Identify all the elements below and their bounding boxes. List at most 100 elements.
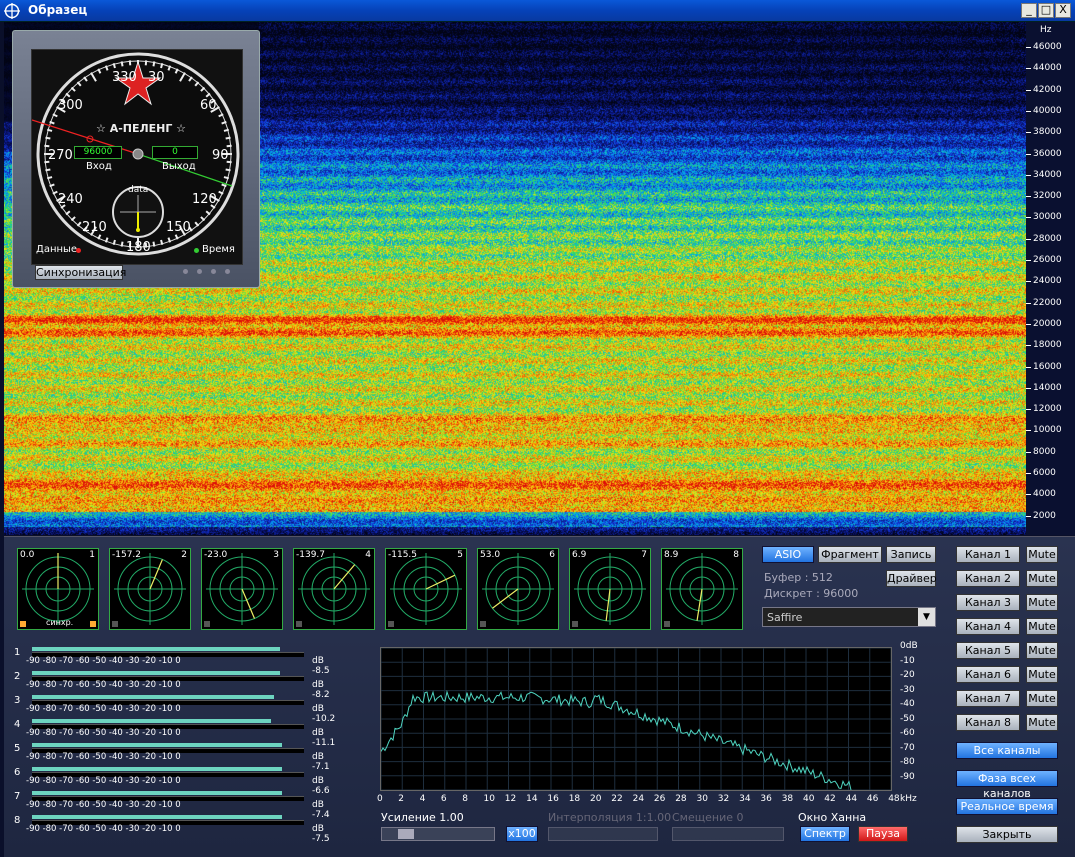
- y-tick-label: -40: [900, 699, 915, 709]
- hz-tick: [1026, 196, 1031, 198]
- channel-8-button[interactable]: Канал 8: [956, 714, 1020, 731]
- x-tick-label: 40: [803, 794, 815, 804]
- channel-3-button[interactable]: Канал 3: [956, 594, 1020, 611]
- meter-db-value: dB -7.5: [312, 824, 342, 844]
- channel-number: 8: [733, 550, 739, 560]
- mute-8-button[interactable]: Mute: [1026, 714, 1058, 731]
- x-tick-label: 8: [462, 794, 468, 804]
- meter-bar: [32, 791, 282, 795]
- degree-270: 270: [48, 148, 73, 163]
- meter-db-unit: dB: [312, 776, 324, 786]
- x100-button[interactable]: x100: [506, 826, 538, 842]
- channel-5-button[interactable]: Канал 5: [956, 642, 1020, 659]
- gain-slider[interactable]: [381, 827, 495, 841]
- meter-bar: [32, 719, 271, 723]
- meter-db-unit: dB: [312, 824, 324, 834]
- x-tick-label: 4: [419, 794, 426, 804]
- sync-button[interactable]: Синхронизация: [35, 265, 126, 280]
- degree-150: 150: [166, 220, 191, 235]
- hz-tick: [1026, 302, 1031, 304]
- phase-all-channels-button[interactable]: Фаза всех каналов: [956, 770, 1058, 800]
- mute-7-button[interactable]: Mute: [1026, 690, 1058, 707]
- x-tick-label: 48: [888, 794, 900, 804]
- record-button[interactable]: Запись: [886, 546, 936, 563]
- meter-index: 3: [14, 695, 21, 706]
- level-meter-5: 5 -90 -80 -70 -60 -50 -40 -30 -20 -10 0 dB…: [12, 743, 342, 772]
- gain-slider-thumb[interactable]: [398, 829, 414, 839]
- hz-tick-label: 46000: [1033, 42, 1062, 52]
- channel-1-button[interactable]: Канал 1: [956, 546, 1020, 563]
- spectrum-button[interactable]: Спектр: [800, 826, 850, 842]
- scope-indicator-icon: [664, 621, 670, 627]
- scope-indicator-icon: [296, 621, 302, 627]
- hz-tick-label: 44000: [1033, 63, 1062, 74]
- asio-button[interactable]: ASIO: [762, 546, 814, 563]
- channel-number: 2: [181, 550, 187, 560]
- x-tick-label: 44: [845, 794, 858, 804]
- frequency-axis: Hz 46000 44000 42000 40000 38000 36000 34000 32…: [1026, 22, 1075, 535]
- driver-button[interactable]: Драйвер: [886, 570, 937, 587]
- mute-2-button[interactable]: Mute: [1026, 570, 1058, 587]
- channel-7-button[interactable]: Канал 7: [956, 690, 1020, 707]
- x-tick-label: 12: [504, 794, 517, 804]
- scope-indicator-icon: [388, 621, 394, 627]
- meter-db-unit: dB: [312, 656, 324, 666]
- shift-slider[interactable]: [672, 827, 784, 841]
- x-tick-label: 10: [483, 794, 495, 804]
- x-tick-label: 38: [781, 794, 794, 804]
- mute-3-button[interactable]: Mute: [1026, 594, 1058, 611]
- channel-number: 1: [89, 550, 95, 560]
- degree-180: 180: [126, 240, 151, 255]
- phase-value: 53.0: [480, 550, 501, 560]
- meter-scale: -90 -80 -70 -60 -50 -40 -30 -20 -10 0: [26, 680, 181, 690]
- channel-4-button[interactable]: Канал 4: [956, 618, 1020, 635]
- hz-tick-label: 28000: [1033, 233, 1062, 244]
- phase-value: 0.0: [20, 550, 35, 560]
- pause-button[interactable]: Пауза: [858, 826, 908, 842]
- channel-2-button[interactable]: Канал 2: [956, 570, 1020, 587]
- channel-6-button[interactable]: Канал 6: [956, 666, 1020, 683]
- meter-bar: [32, 815, 282, 819]
- close-window-button[interactable]: X: [1055, 3, 1071, 18]
- hz-tick-label: 38000: [1033, 127, 1062, 138]
- mute-5-button[interactable]: Mute: [1026, 642, 1058, 659]
- phase-scope-7: 6.9 7: [569, 548, 651, 630]
- mute-1-button[interactable]: Mute: [1026, 546, 1058, 563]
- maximize-button[interactable]: □: [1038, 3, 1054, 18]
- x-tick-label: 28: [675, 794, 687, 804]
- meter-bar: [32, 695, 274, 699]
- phase-value: 8.9: [664, 550, 679, 560]
- phase-scope-plot: [482, 553, 554, 625]
- meter-index: 6: [14, 767, 21, 778]
- realtime-button[interactable]: Реальное время: [956, 798, 1058, 815]
- minimize-button[interactable]: _: [1021, 3, 1037, 18]
- device-select[interactable]: Saffire ▼: [762, 607, 936, 627]
- phase-scope-1: 0.0 1 синхр.: [17, 548, 99, 630]
- mute-4-button[interactable]: Mute: [1026, 618, 1058, 635]
- sync-caption: синхр.: [46, 618, 74, 627]
- hz-tick: [1026, 68, 1031, 70]
- y-tick-label: -60: [900, 728, 915, 738]
- hz-tick-label: 26000: [1033, 255, 1062, 265]
- phase-scope-plot: [666, 553, 738, 625]
- output-label: Выход: [162, 161, 196, 172]
- spectrum-curve: [380, 689, 852, 791]
- meter-bar: [32, 647, 280, 651]
- meter-index: 1: [14, 647, 21, 658]
- y-tick-label: -50: [900, 713, 915, 724]
- led-icon: [183, 269, 188, 274]
- phase-scope-plot: [206, 553, 278, 625]
- y-tick-label: -30: [900, 684, 915, 695]
- y-tick-label: 0dB: [900, 641, 918, 651]
- phase-scope-plot: [298, 553, 370, 625]
- close-button[interactable]: Закрыть: [956, 826, 1058, 843]
- scope-indicator-icon: [204, 621, 210, 627]
- mute-6-button[interactable]: Mute: [1026, 666, 1058, 683]
- led-icon: [197, 269, 202, 274]
- phase-scope-2: -157.2 2: [109, 548, 191, 630]
- level-meter-1: 1 -90 -80 -70 -60 -50 -40 -30 -20 -10 0 dB…: [12, 647, 342, 676]
- interp-slider[interactable]: [548, 827, 658, 841]
- fragment-button[interactable]: Фрагмент: [818, 546, 882, 563]
- all-channels-button[interactable]: Все каналы: [956, 742, 1058, 759]
- chevron-down-icon[interactable]: ▼: [918, 608, 935, 626]
